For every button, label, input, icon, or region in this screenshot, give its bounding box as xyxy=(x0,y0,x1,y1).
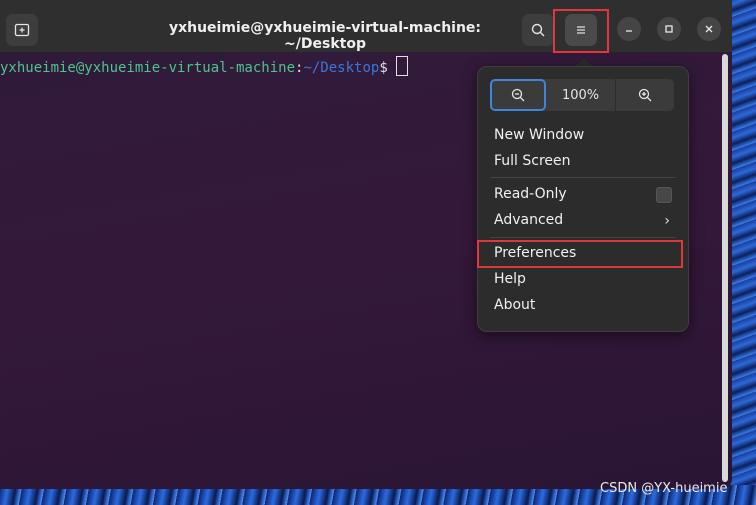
zoom-out-icon xyxy=(511,88,525,102)
close-icon xyxy=(705,25,713,33)
search-button[interactable] xyxy=(522,14,554,46)
zoom-controls: 100% xyxy=(490,79,674,111)
titlebar: yxhueimie@yxhueimie-virtual-machine: ~/D… xyxy=(0,0,732,52)
close-button[interactable] xyxy=(697,17,721,41)
menu-item-advanced[interactable]: Advanced xyxy=(494,209,674,231)
menu-item-read-only[interactable]: Read-Only xyxy=(494,183,674,205)
popover-arrow xyxy=(576,58,592,66)
zoom-level-button[interactable]: 100% xyxy=(546,79,617,111)
preferences-highlight xyxy=(477,240,683,268)
maximize-icon xyxy=(665,25,673,33)
menu-button-highlight xyxy=(553,9,609,53)
window-title: yxhueimie@yxhueimie-virtual-machine: ~/D… xyxy=(168,20,482,52)
zoom-out-button[interactable] xyxy=(490,79,546,111)
minimize-button[interactable] xyxy=(617,17,641,41)
maximize-button[interactable] xyxy=(657,17,681,41)
menu-item-about[interactable]: About xyxy=(494,294,674,316)
menu-separator xyxy=(490,237,676,238)
menu-separator xyxy=(490,177,676,178)
new-tab-button[interactable] xyxy=(6,14,38,46)
scrollbar[interactable] xyxy=(722,54,728,482)
prompt-path: ~/Desktop xyxy=(303,60,380,76)
search-icon xyxy=(531,23,545,37)
menu-item-new-window[interactable]: New Window xyxy=(494,124,674,146)
watermark: CSDN @YX-hueimie xyxy=(600,481,728,496)
zoom-in-button[interactable] xyxy=(616,79,674,111)
terminal-prompt[interactable]: yxhueimie@yxhueimie-virtual-machine:~/De… xyxy=(0,56,408,76)
main-menu-popover: 100% New Window Full Screen Read-Only Ad… xyxy=(477,66,689,332)
menu-item-full-screen[interactable]: Full Screen xyxy=(494,150,674,172)
chevron-right-icon: › xyxy=(664,213,670,229)
minimize-icon xyxy=(626,30,632,32)
prompt-user-host: yxhueimie@yxhueimie-virtual-machine xyxy=(0,60,296,76)
new-tab-icon xyxy=(14,23,30,37)
text-cursor xyxy=(395,56,408,76)
zoom-in-icon xyxy=(639,88,652,102)
menu-item-help[interactable]: Help xyxy=(494,268,674,290)
prompt-symbol: $ xyxy=(379,60,388,76)
read-only-checkbox[interactable] xyxy=(656,187,672,203)
